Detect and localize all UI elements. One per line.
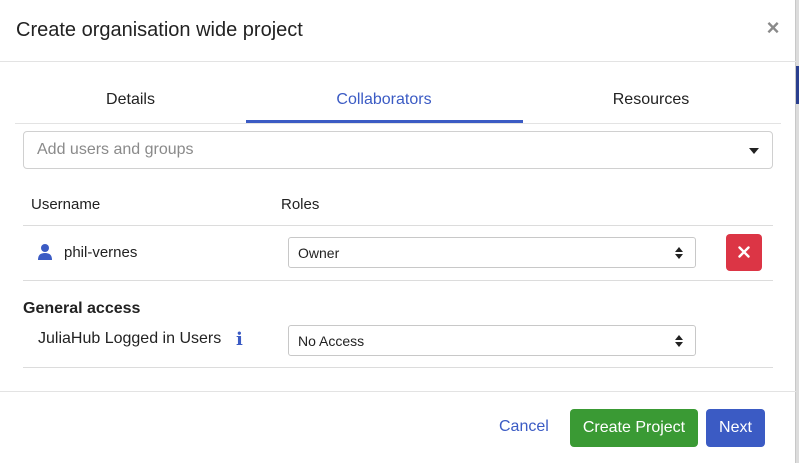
create-project-dialog: Create organisation wide project × Detai…: [0, 0, 796, 463]
cancel-button[interactable]: Cancel: [499, 418, 549, 436]
create-project-button[interactable]: Create Project: [570, 409, 698, 447]
username-text: phil-vernes: [64, 244, 138, 261]
general-access-title: General access: [23, 300, 141, 317]
role-select-value: Owner: [298, 245, 340, 261]
tab-details[interactable]: Details: [15, 77, 246, 123]
select-updown-icon: [675, 335, 683, 347]
add-users-select[interactable]: Add users and groups: [23, 131, 773, 169]
row-divider: [23, 280, 773, 281]
chevron-down-icon[interactable]: [749, 148, 759, 154]
active-tab-indicator: [246, 120, 523, 123]
column-header-username: Username: [31, 196, 101, 213]
role-select[interactable]: Owner: [288, 237, 696, 268]
next-button[interactable]: Next: [706, 409, 765, 447]
column-header-roles: Roles: [281, 196, 320, 213]
general-access-label: JuliaHub Logged in Users: [38, 330, 222, 347]
dialog-title: Create organisation wide project: [16, 19, 303, 41]
tab-resources[interactable]: Resources: [522, 77, 780, 123]
remove-collaborator-button[interactable]: [726, 234, 762, 271]
select-updown-icon: [675, 247, 683, 259]
user-icon: [38, 244, 52, 260]
close-button[interactable]: ×: [762, 16, 784, 40]
table-header-divider: [23, 225, 773, 226]
close-icon: [738, 246, 750, 258]
tab-divider: [15, 123, 781, 124]
info-icon[interactable]: i: [236, 331, 248, 349]
general-access-select[interactable]: No Access: [288, 325, 696, 356]
general-access-select-value: No Access: [298, 333, 365, 349]
dialog-header: Create organisation wide project ×: [0, 0, 796, 62]
tab-collaborators[interactable]: Collaborators: [246, 77, 522, 123]
section-divider: [23, 367, 773, 368]
tab-bar: Details Collaborators Resources: [15, 77, 780, 123]
add-users-placeholder: Add users and groups: [37, 141, 194, 158]
